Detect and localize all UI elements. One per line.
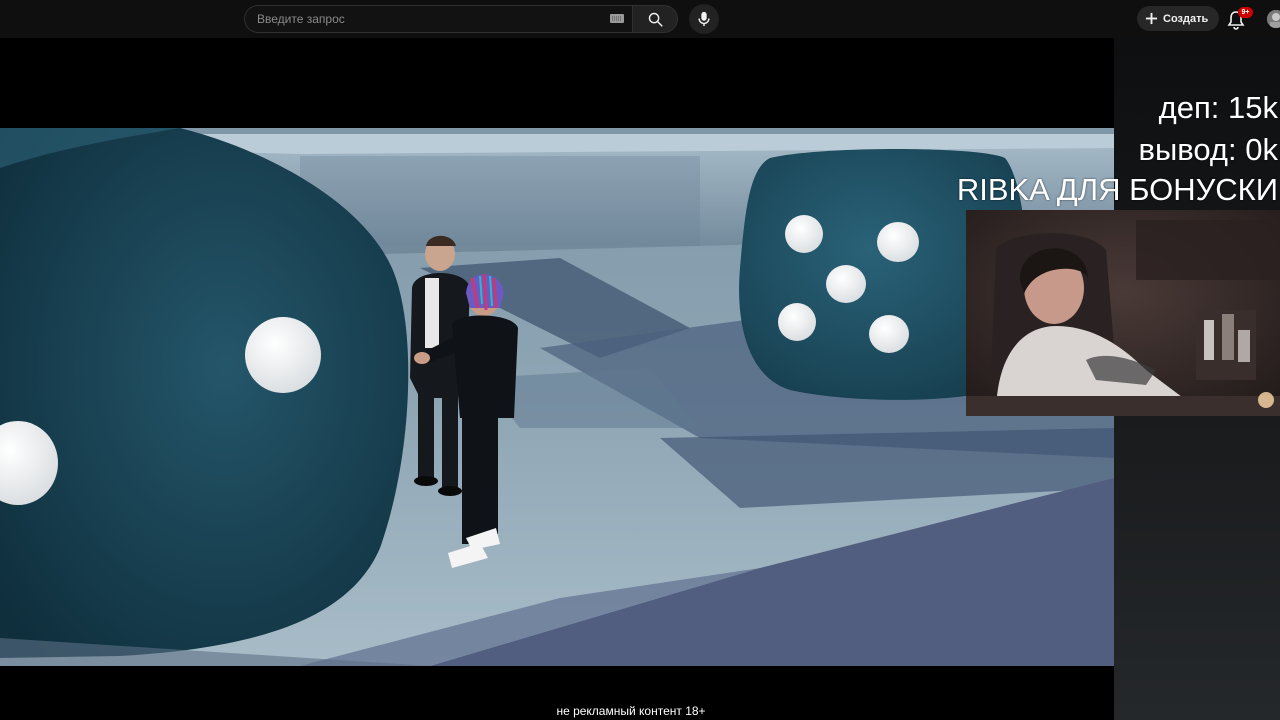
content-disclaimer: не рекламный контент 18+ xyxy=(556,704,706,718)
keyboard-icon[interactable] xyxy=(610,14,624,23)
search-icon xyxy=(648,12,663,27)
search-button[interactable] xyxy=(632,5,678,33)
webcam-overlay xyxy=(966,210,1280,416)
video-scene-image xyxy=(0,128,1114,666)
withdrawal-overlay: вывод: 0k xyxy=(1138,132,1279,167)
avatar[interactable] xyxy=(1267,10,1280,28)
plus-icon xyxy=(1145,12,1158,25)
search-input[interactable] xyxy=(244,5,632,33)
create-button-label: Создать xyxy=(1163,12,1209,25)
voice-search-button[interactable] xyxy=(689,4,719,34)
deposit-overlay: деп: 15k xyxy=(1158,90,1278,125)
notification-badge: 9+ xyxy=(1238,7,1253,18)
video-frame[interactable] xyxy=(0,128,1114,666)
notifications-button[interactable]: 9+ xyxy=(1226,7,1253,30)
mic-icon xyxy=(698,11,710,27)
promo-overlay: RIBKA ДЛЯ БОНУСКИ xyxy=(956,172,1278,207)
create-button[interactable]: Создать xyxy=(1137,6,1220,31)
top-bar: Создать 9+ xyxy=(0,0,1280,38)
search-bar xyxy=(244,5,678,33)
streamer-webcam-image xyxy=(966,210,1280,416)
